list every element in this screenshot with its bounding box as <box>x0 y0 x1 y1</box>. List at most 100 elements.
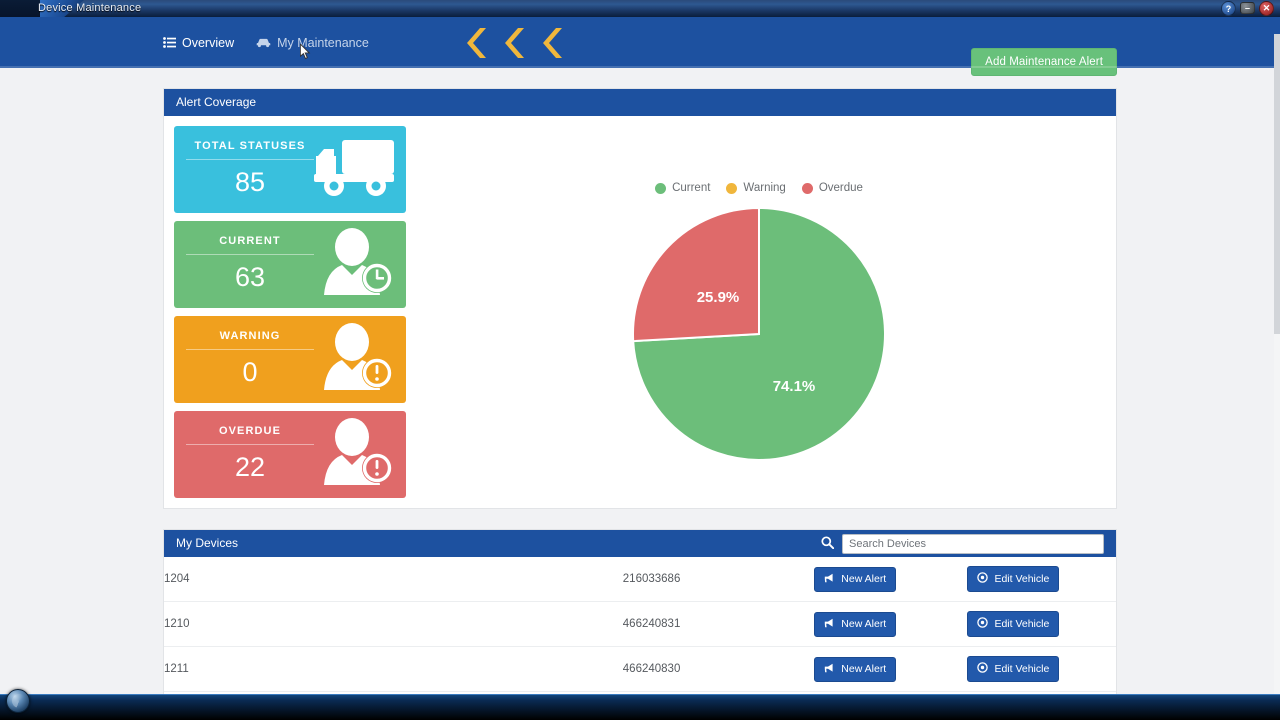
nav-item-my-maintenance[interactable]: My Maintenance <box>256 36 369 50</box>
stat-card-value: 0 <box>242 357 258 387</box>
chevron-decorations <box>466 26 565 60</box>
gear-circle-icon <box>977 662 989 676</box>
new-alert-cell: New Alert <box>814 557 968 602</box>
new-alert-button[interactable]: New Alert <box>814 656 897 682</box>
alert-coverage-title: Alert Coverage <box>176 95 257 109</box>
add-maintenance-alert-button[interactable]: Add Maintenance Alert <box>971 48 1117 76</box>
legend-swatch-warning <box>726 182 738 194</box>
device-serial-cell: 216033686 <box>622 557 815 602</box>
legend-label-overdue: Overdue <box>818 182 863 194</box>
page-scrollbar-thumb[interactable] <box>1274 34 1280 334</box>
person-alert-icon <box>316 417 396 492</box>
pie-chart: 74.1% 25.9% <box>412 206 1106 462</box>
stat-card-label: TOTAL STATUSES <box>186 140 314 160</box>
pie-label-overdue: 25.9% <box>697 289 740 306</box>
pie-slice-overdue[interactable] <box>632 206 760 343</box>
legend-label-warning: Warning <box>743 182 786 194</box>
help-button[interactable]: ? <box>1221 1 1236 16</box>
stat-card-total-statuses[interactable]: TOTAL STATUSES 85 <box>174 126 406 213</box>
device-search <box>821 533 1104 554</box>
legend-item-warning[interactable]: Warning <box>726 182 786 194</box>
edit-vehicle-cell: Edit Vehicle <box>967 646 1116 692</box>
edit-vehicle-label: Edit Vehicle <box>994 663 1050 675</box>
table-row: 1204 216033686 New Alert Edit Vehicle <box>164 557 1116 602</box>
titlebar-texture <box>0 0 1280 17</box>
edit-vehicle-button[interactable]: Edit Vehicle <box>967 611 1060 637</box>
my-devices-panel: My Devices 1204216033686 New Alert Edit Ve… <box>163 529 1117 694</box>
car-icon <box>256 37 271 48</box>
stat-card-value: 85 <box>234 167 266 197</box>
stat-card-label: WARNING <box>186 330 314 350</box>
stat-card-value: 22 <box>234 452 266 482</box>
chevron-left-icon-1 <box>466 27 486 58</box>
edit-vehicle-label: Edit Vehicle <box>994 618 1050 630</box>
stat-card-list: TOTAL STATUSES 85 CURRENT 63 WARNING 0 O… <box>174 126 406 498</box>
gear-circle-icon <box>977 572 989 586</box>
alert-coverage-panel: Alert Coverage TOTAL STATUSES 85 CURRENT… <box>163 88 1117 509</box>
stat-card-label: OVERDUE <box>186 425 314 445</box>
edit-vehicle-cell: Edit Vehicle <box>967 557 1116 602</box>
alert-coverage-body: TOTAL STATUSES 85 CURRENT 63 WARNING 0 O… <box>164 116 1116 508</box>
nav-item-overview-label: Overview <box>182 35 235 50</box>
nav-bottom-strip <box>0 66 1280 68</box>
os-window-titlebar[interactable]: Device Maintenance ? – ✕ <box>0 0 1280 17</box>
devices-table-body: 1204 216033686 New Alert Edit Vehicle 1210 46… <box>164 557 1116 694</box>
nav-links: Overview My Maintenance <box>163 36 369 50</box>
legend-item-current[interactable]: Current <box>655 182 710 194</box>
my-devices-title: My Devices <box>176 536 239 550</box>
stat-card-overdue[interactable]: OVERDUE 22 <box>174 411 406 498</box>
os-taskbar <box>0 689 1280 720</box>
search-input[interactable] <box>842 533 1104 554</box>
new-alert-label: New Alert <box>841 618 887 630</box>
stat-card-current[interactable]: CURRENT 63 <box>174 221 406 308</box>
app-viewport: Overview My Maintenance Add Maintenance … <box>0 17 1280 694</box>
new-alert-cell: New Alert <box>814 646 968 692</box>
new-alert-cell: New Alert <box>814 601 968 647</box>
chart-legend: Current Warning Overdue <box>412 126 1106 194</box>
minimize-button[interactable]: – <box>1240 2 1255 14</box>
device-name-cell: 1211 <box>164 646 623 692</box>
mouse-cursor <box>300 44 311 60</box>
search-icon <box>821 535 835 552</box>
person-clock-icon <box>316 227 396 302</box>
new-alert-label: New Alert <box>841 573 887 585</box>
legend-label-current: Current <box>672 182 711 194</box>
megaphone-icon <box>824 663 835 676</box>
stat-card-label: CURRENT <box>186 235 314 255</box>
nav-item-overview[interactable]: Overview <box>163 36 234 50</box>
app-navigation-bar: Overview My Maintenance Add Maintenance … <box>0 17 1280 76</box>
device-name-cell: 1210 <box>164 601 623 647</box>
close-button[interactable]: ✕ <box>1259 1 1274 16</box>
new-alert-button[interactable]: New Alert <box>814 566 897 592</box>
device-name-cell: 1204 <box>164 557 623 602</box>
legend-item-overdue[interactable]: Overdue <box>801 182 863 194</box>
alert-coverage-chart: Current Warning Overdue 74.1% 25.9% <box>412 126 1106 498</box>
gear-circle-icon <box>977 617 989 631</box>
list-icon <box>163 37 176 48</box>
new-alert-button[interactable]: New Alert <box>814 611 897 637</box>
table-row: 1210 466240831 New Alert Edit Vehicle <box>164 601 1116 647</box>
table-row: 1211 466240830 New Alert Edit Vehicle <box>164 646 1116 692</box>
legend-swatch-current <box>655 182 667 194</box>
os-window-title: Device Maintenance <box>38 2 142 14</box>
megaphone-icon <box>824 618 835 631</box>
my-devices-header: My Devices <box>164 530 1116 557</box>
alert-coverage-header: Alert Coverage <box>164 89 1116 116</box>
megaphone-icon <box>824 573 835 586</box>
new-alert-label: New Alert <box>841 663 887 675</box>
stat-card-value: 63 <box>234 262 266 292</box>
nav-item-my-maintenance-label: My Maintenance <box>277 35 369 50</box>
page-content: Alert Coverage TOTAL STATUSES 85 CURRENT… <box>0 68 1280 694</box>
chevron-left-icon-3 <box>542 27 562 58</box>
device-serial-cell: 466240830 <box>622 646 815 692</box>
pie-chart-svg[interactable]: 74.1% 25.9% <box>631 206 887 462</box>
stat-card-warning[interactable]: WARNING 0 <box>174 316 406 403</box>
edit-vehicle-button[interactable]: Edit Vehicle <box>967 566 1060 592</box>
window-controls: ? – ✕ <box>1221 1 1274 16</box>
edit-vehicle-button[interactable]: Edit Vehicle <box>967 656 1060 682</box>
truck-icon <box>312 132 396 203</box>
start-orb-icon[interactable] <box>6 689 30 713</box>
edit-vehicle-label: Edit Vehicle <box>994 573 1050 585</box>
edit-vehicle-cell: Edit Vehicle <box>967 601 1116 647</box>
chevron-left-icon-2 <box>504 27 524 58</box>
